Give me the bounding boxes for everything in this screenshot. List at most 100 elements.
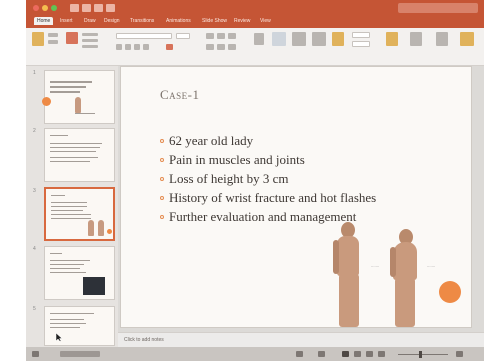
tab-animations[interactable]: Animations <box>166 18 191 24</box>
mouse-cursor-icon <box>55 332 63 342</box>
arrange-icon[interactable] <box>292 32 306 46</box>
thumbnail-text-line <box>50 157 98 158</box>
thumbnail-title-line <box>51 195 65 196</box>
title-bar <box>26 0 484 16</box>
align-left-icon[interactable] <box>206 44 214 50</box>
current-slide[interactable]: Case-1 62 year old lady Pain in muscles … <box>120 66 472 328</box>
slide-thumbnail-5[interactable] <box>44 306 115 346</box>
bullet-item: Pain in muscles and joints <box>160 150 376 169</box>
shape-fill-button[interactable] <box>352 32 370 38</box>
comments-icon[interactable] <box>318 351 325 357</box>
figure-arm <box>333 240 339 274</box>
tab-transitions[interactable]: Transitions <box>130 18 154 24</box>
thumbnail-number: 2 <box>33 128 36 134</box>
quick-styles-icon[interactable] <box>312 32 326 46</box>
align-right-icon[interactable] <box>228 44 236 50</box>
bullet-circle-icon <box>160 215 164 220</box>
redo-icon[interactable] <box>106 4 115 12</box>
tab-slide-show[interactable]: Slide Show <box>202 18 227 24</box>
slide-show-icon[interactable] <box>378 351 385 357</box>
reset-button[interactable] <box>82 39 98 42</box>
thumbnail-text-line <box>50 143 102 144</box>
slide-thumbnail-4[interactable] <box>44 246 115 300</box>
thumbnail-text-line <box>50 327 80 328</box>
slide-thumbnail-1[interactable] <box>42 70 115 124</box>
figure-legs <box>395 278 415 327</box>
bold-icon[interactable] <box>116 44 122 50</box>
thumbnail-title-line <box>50 253 62 254</box>
zoom-window-button[interactable] <box>51 5 57 11</box>
new-slide-icon[interactable] <box>66 32 78 44</box>
layout-button[interactable] <box>82 33 98 36</box>
slide-bullet-list[interactable]: 62 year old lady Pain in muscles and joi… <box>160 131 376 226</box>
reading-view-icon[interactable] <box>366 351 373 357</box>
fit-to-window-icon[interactable] <box>456 351 463 357</box>
bullet-item: 62 year old lady <box>160 131 376 150</box>
copy-icon[interactable] <box>48 40 58 44</box>
kyphotic-posture-figure[interactable] <box>385 229 425 327</box>
tab-insert[interactable]: Insert <box>60 18 73 24</box>
home-icon[interactable] <box>70 4 79 12</box>
thumbnail-title-line <box>50 86 86 88</box>
font-color-icon[interactable] <box>166 44 173 50</box>
tab-draw[interactable]: Draw <box>84 18 96 24</box>
zoom-slider[interactable] <box>398 354 448 355</box>
picture-icon[interactable] <box>332 32 344 46</box>
normal-view-icon[interactable] <box>342 351 349 357</box>
slide-sorter-icon[interactable] <box>354 351 361 357</box>
save-icon[interactable] <box>82 4 91 12</box>
bullet-circle-icon <box>160 139 164 144</box>
thumbnail-text-line <box>51 218 91 219</box>
slide-thumbnail-3[interactable] <box>44 187 115 241</box>
bullets-icon[interactable] <box>206 33 214 39</box>
shape-outline-button[interactable] <box>352 41 370 47</box>
thumbnail-text-line <box>50 319 84 320</box>
zoom-slider-thumb[interactable] <box>419 351 422 358</box>
thumbnail-text-line <box>50 323 86 324</box>
add-ins-icon[interactable] <box>460 32 474 46</box>
thumbnail-text-line <box>51 214 91 215</box>
underline-icon[interactable] <box>134 44 140 50</box>
convert-smartart-icon[interactable] <box>254 33 264 45</box>
bullet-text: 62 year old lady <box>169 133 254 148</box>
figure-label: ······· <box>427 265 436 269</box>
close-window-button[interactable] <box>33 5 39 11</box>
thumbnail-accent-circle <box>42 97 51 106</box>
bullet-text: Pain in muscles and joints <box>169 152 305 167</box>
thumbnail-accent-circle <box>107 229 112 234</box>
tab-view[interactable]: View <box>260 18 271 24</box>
ribbon-toolbar <box>26 28 484 66</box>
strikethrough-icon[interactable] <box>143 44 149 50</box>
share-icon[interactable] <box>436 32 448 46</box>
thumbnail-title-line <box>50 91 80 93</box>
thumbnail-text-line <box>50 264 84 265</box>
tab-home[interactable]: Home <box>34 17 54 25</box>
italic-icon[interactable] <box>125 44 131 50</box>
numbering-icon[interactable] <box>217 33 225 39</box>
indent-icon[interactable] <box>228 33 236 39</box>
font-size-box[interactable] <box>176 33 190 39</box>
thumbnail-xray-image <box>83 277 105 295</box>
search-field[interactable] <box>398 3 478 13</box>
dictate-icon[interactable] <box>410 32 422 46</box>
notes-pane[interactable]: Click to add notes <box>118 332 484 347</box>
tab-review[interactable]: Review <box>234 18 250 24</box>
cut-icon[interactable] <box>48 33 58 37</box>
undo-icon[interactable] <box>94 4 103 12</box>
font-name-box[interactable] <box>116 33 172 39</box>
paste-icon[interactable] <box>32 32 44 46</box>
thumbnail-photo <box>75 97 81 113</box>
minimize-window-button[interactable] <box>42 5 48 11</box>
shapes-icon[interactable] <box>272 32 286 46</box>
language-indicator[interactable] <box>60 351 100 357</box>
normal-posture-figure[interactable] <box>329 222 369 327</box>
thumbnail-text-line <box>50 151 96 152</box>
section-button[interactable] <box>82 45 98 48</box>
thumbnail-caption <box>75 113 95 114</box>
notes-toggle-icon[interactable] <box>296 351 303 357</box>
slide-thumbnail-2[interactable] <box>44 128 115 182</box>
designer-icon[interactable] <box>386 32 398 46</box>
tab-design[interactable]: Design <box>104 18 120 24</box>
align-center-icon[interactable] <box>217 44 225 50</box>
slide-title[interactable]: Case-1 <box>160 87 200 103</box>
